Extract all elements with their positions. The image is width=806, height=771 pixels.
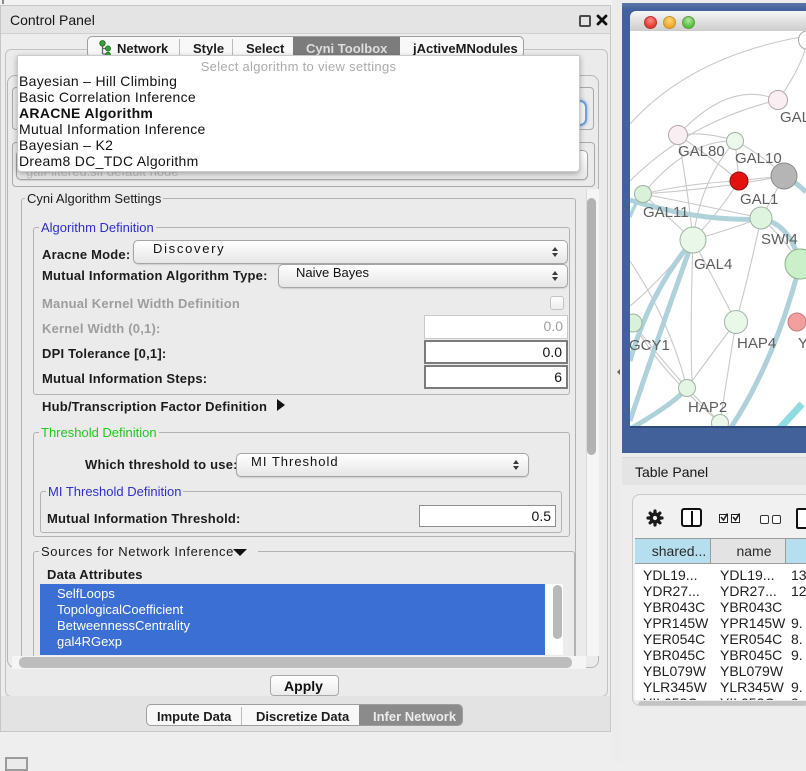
svg-text:GAL80: GAL80 <box>678 143 725 160</box>
svg-text:GAL4: GAL4 <box>694 256 732 273</box>
svg-text:YMR: YMR <box>798 335 806 352</box>
svg-text:GCY1: GCY1 <box>630 337 670 354</box>
svg-text:HAP4: HAP4 <box>737 335 776 352</box>
svg-text:GAL2: GAL2 <box>780 109 806 126</box>
svg-text:GAL1: GAL1 <box>740 191 778 208</box>
svg-text:HAP2: HAP2 <box>688 399 727 416</box>
svg-text:GAL10: GAL10 <box>735 150 782 167</box>
svg-text:GAL11: GAL11 <box>643 204 689 221</box>
svg-text:SWI4: SWI4 <box>761 231 798 248</box>
